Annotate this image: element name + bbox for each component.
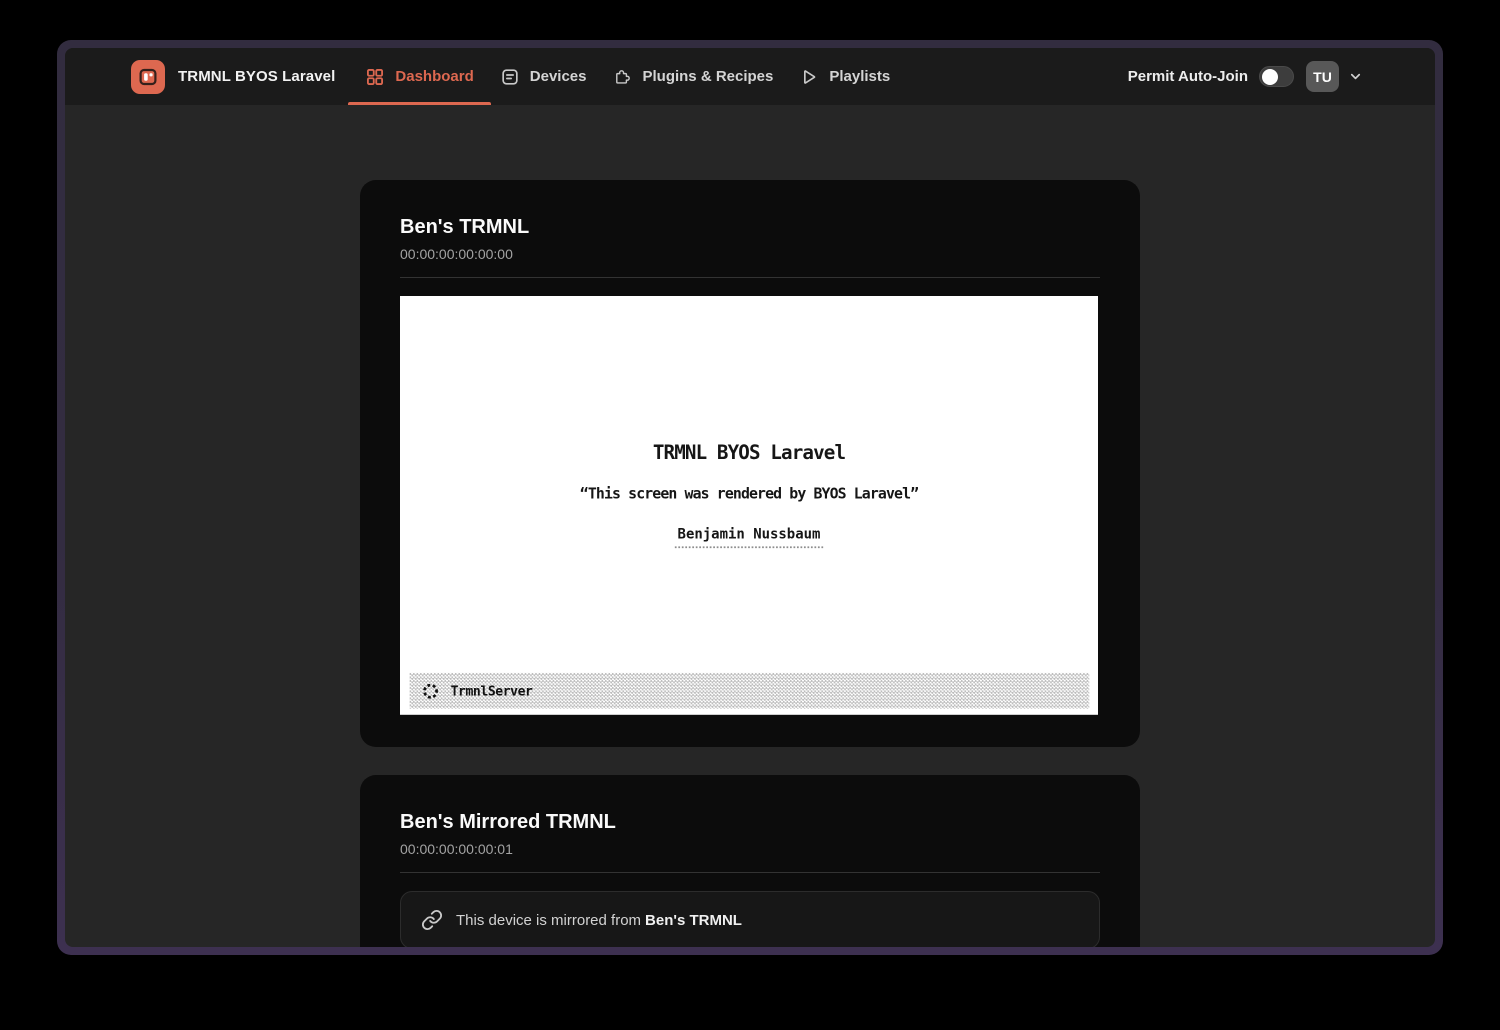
devices-list-icon bbox=[500, 67, 520, 87]
link-chain-icon bbox=[421, 909, 443, 931]
device-screen-preview: TRMNL BYOS Laravel “This screen was rend… bbox=[400, 296, 1098, 715]
nav-label-devices: Devices bbox=[530, 68, 587, 85]
nav-item-playlists[interactable]: Playlists bbox=[790, 48, 899, 105]
mirror-source-device: Ben's TRMNL bbox=[645, 912, 742, 929]
topbar-right: Permit Auto-Join TU bbox=[1128, 48, 1363, 105]
screen-author-link: Benjamin Nussbaum bbox=[675, 525, 823, 548]
status-bar-label: TrmnlServer bbox=[451, 683, 533, 699]
nav-item-devices[interactable]: Devices bbox=[491, 48, 596, 105]
mirror-notice-text: This device is mirrored fromBen's TRMNL bbox=[456, 912, 742, 929]
toggle-knob bbox=[1262, 69, 1278, 85]
user-avatar[interactable]: TU bbox=[1306, 61, 1339, 92]
screen-title: TRMNL BYOS Laravel bbox=[400, 296, 1098, 464]
chevron-down-icon[interactable] bbox=[1348, 69, 1363, 84]
nav-item-plugins-recipes[interactable]: Plugins & Recipes bbox=[603, 48, 782, 105]
device-mac-address: 00:00:00:00:00:00 bbox=[400, 245, 1100, 263]
navbar: TRMNL BYOS Laravel Dashboard bbox=[65, 48, 1435, 105]
permit-auto-join-toggle[interactable] bbox=[1259, 66, 1294, 87]
app-window: TRMNL BYOS Laravel Dashboard bbox=[57, 40, 1443, 955]
device-card-bens-mirrored-trmnl: Ben's Mirrored TRMNL 00:00:00:00:00:01 T… bbox=[360, 775, 1140, 947]
device-card-bens-trmnl: Ben's TRMNL 00:00:00:00:00:00 TRMNL BYOS… bbox=[360, 180, 1140, 747]
mirror-notice: This device is mirrored fromBen's TRMNL bbox=[400, 891, 1100, 947]
mirror-notice-prefix: This device is mirrored from bbox=[456, 912, 641, 929]
brand-title: TRMNL BYOS Laravel bbox=[178, 68, 335, 85]
card-divider bbox=[400, 872, 1100, 873]
nav-label-dashboard: Dashboard bbox=[395, 68, 473, 85]
nav-label-plugins-recipes: Plugins & Recipes bbox=[642, 68, 773, 85]
permit-auto-join-label: Permit Auto-Join bbox=[1128, 68, 1248, 85]
puzzle-icon bbox=[612, 67, 632, 87]
play-icon bbox=[799, 67, 819, 87]
brand[interactable]: TRMNL BYOS Laravel bbox=[131, 48, 335, 105]
nav-item-dashboard[interactable]: Dashboard bbox=[356, 48, 482, 105]
trmnl-logo-icon bbox=[131, 60, 165, 94]
device-name: Ben's TRMNL bbox=[400, 214, 1100, 240]
main-nav: Dashboard Devices bbox=[356, 48, 907, 105]
card-divider bbox=[400, 277, 1100, 278]
device-name: Ben's Mirrored TRMNL bbox=[400, 809, 1100, 835]
screen-status-bar: TrmnlServer bbox=[410, 673, 1090, 709]
eink-screen: TRMNL BYOS Laravel “This screen was rend… bbox=[400, 296, 1098, 715]
device-mac-address: 00:00:00:00:00:01 bbox=[400, 840, 1100, 858]
dashboard-grid-icon bbox=[365, 67, 385, 87]
screen-quote: “This screen was rendered by BYOS Larave… bbox=[400, 485, 1098, 502]
app-window-inner: TRMNL BYOS Laravel Dashboard bbox=[65, 48, 1435, 947]
screen-author-wrap: Benjamin Nussbaum bbox=[400, 525, 1098, 548]
main-content: Ben's TRMNL 00:00:00:00:00:00 TRMNL BYOS… bbox=[65, 105, 1435, 947]
nav-label-playlists: Playlists bbox=[829, 68, 890, 85]
refresh-spinner-icon bbox=[421, 681, 440, 700]
